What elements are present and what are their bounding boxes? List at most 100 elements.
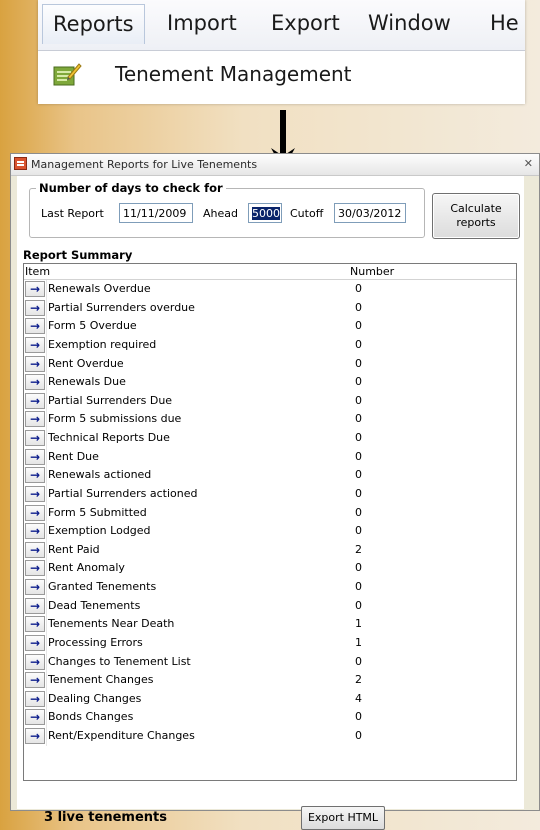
last-report-label: Last Report — [41, 207, 104, 220]
row-divider — [46, 354, 47, 374]
row-item-name: Changes to Tenement List — [48, 654, 191, 668]
row-item-number: 0 — [355, 300, 362, 314]
row-divider — [46, 652, 47, 672]
table-row[interactable]: → Partial Surrenders Due 0 — [24, 391, 516, 411]
row-item-number: 0 — [355, 412, 362, 426]
table-row[interactable]: → Technical Reports Due 0 — [24, 429, 516, 448]
table-row[interactable]: → Form 5 submissions due 0 — [24, 410, 516, 429]
table-row[interactable]: → Form 5 Overdue 0 — [24, 317, 516, 336]
table-row[interactable]: → Form 5 Submitted 0 — [24, 503, 516, 523]
table-row[interactable]: → Rent/Expenditure Changes 0 — [24, 727, 516, 746]
row-item-number: 0 — [355, 449, 362, 463]
row-arrow-icon[interactable]: → — [25, 299, 45, 316]
row-item-number: 0 — [355, 282, 362, 295]
row-arrow-icon[interactable]: → — [25, 318, 45, 335]
row-item-name: Renewals Overdue — [48, 282, 151, 295]
row-divider — [46, 540, 47, 560]
row-arrow-icon[interactable]: → — [25, 448, 45, 465]
app-icon — [14, 157, 27, 170]
row-item-number: 0 — [355, 524, 362, 538]
row-arrow-icon[interactable]: → — [25, 523, 45, 540]
table-row[interactable]: → Renewals Overdue 0 — [24, 280, 516, 299]
table-row[interactable]: → Renewals Due 0 — [24, 373, 516, 392]
row-arrow-icon[interactable]: → — [25, 281, 45, 297]
row-arrow-icon[interactable]: → — [25, 579, 45, 595]
export-html-button[interactable]: Export HTML — [301, 806, 385, 830]
dialog-content: Number of days to check for Last Report … — [17, 176, 524, 830]
column-item: Item — [25, 265, 51, 278]
calculate-reports-button[interactable]: Calculate reports — [432, 193, 520, 239]
row-item-number: 0 — [355, 486, 362, 500]
table-row[interactable]: → Dealing Changes 4 — [24, 689, 516, 709]
management-reports-dialog: Management Reports for Live Tenements ✕ … — [10, 153, 540, 830]
row-item-number: 0 — [355, 561, 362, 575]
menu-import[interactable]: Import — [167, 11, 237, 35]
row-arrow-icon[interactable]: → — [25, 485, 45, 502]
table-row[interactable]: → Rent Due 0 — [24, 447, 516, 467]
close-icon[interactable]: ✕ — [524, 157, 533, 170]
row-divider — [46, 708, 47, 727]
table-row[interactable]: → Tenement Changes 2 — [24, 671, 516, 690]
row-arrow-icon[interactable]: → — [25, 355, 45, 372]
row-arrow-icon[interactable]: → — [25, 709, 45, 726]
row-item-number: 0 — [355, 580, 362, 593]
row-arrow-icon[interactable]: → — [25, 430, 45, 446]
row-arrow-icon[interactable]: → — [25, 690, 45, 707]
row-arrow-icon[interactable]: → — [25, 392, 45, 409]
row-item-name: Form 5 Overdue — [48, 319, 137, 333]
row-divider — [46, 447, 47, 467]
row-item-number: 0 — [355, 505, 362, 519]
table-row[interactable]: → Partial Surrenders overdue 0 — [24, 298, 516, 318]
row-arrow-icon[interactable]: → — [25, 336, 45, 353]
row-arrow-icon[interactable]: → — [25, 467, 45, 484]
row-arrow-icon[interactable]: → — [25, 374, 45, 391]
days-group: Number of days to check for Last Report … — [29, 181, 425, 238]
row-arrow-icon[interactable]: → — [25, 672, 45, 689]
table-row[interactable]: → Changes to Tenement List 0 — [24, 652, 516, 672]
row-item-name: Partial Surrenders overdue — [48, 300, 195, 314]
table-row[interactable]: → Bonds Changes 0 — [24, 708, 516, 727]
row-arrow-icon[interactable]: → — [25, 634, 45, 651]
table-row[interactable]: → Granted Tenements 0 — [24, 578, 516, 597]
row-divider — [46, 410, 47, 429]
menu-export[interactable]: Export — [271, 11, 340, 35]
menu-help[interactable]: He — [490, 11, 519, 35]
table-row[interactable]: → Renewals actioned 0 — [24, 466, 516, 485]
row-item-number: 0 — [355, 375, 362, 389]
row-arrow-icon[interactable]: → — [25, 411, 45, 428]
row-arrow-icon[interactable]: → — [25, 597, 45, 614]
ahead-field[interactable]: 5000 — [248, 203, 282, 223]
row-item-name: Tenements Near Death — [48, 617, 175, 631]
row-divider — [46, 503, 47, 523]
menu-window[interactable]: Window — [368, 11, 451, 35]
row-arrow-icon[interactable]: → — [25, 560, 45, 577]
table-row[interactable]: → Processing Errors 1 — [24, 633, 516, 653]
table-row[interactable]: → Rent Anomaly 0 — [24, 559, 516, 578]
row-arrow-icon[interactable]: → — [25, 541, 45, 558]
table-row[interactable]: → Exemption Lodged 0 — [24, 522, 516, 541]
menu-reports[interactable]: Reports — [42, 4, 145, 44]
row-arrow-icon[interactable]: → — [25, 616, 45, 633]
row-arrow-icon[interactable]: → — [25, 653, 45, 670]
row-divider — [46, 615, 47, 634]
table-row[interactable]: → Partial Surrenders actioned 0 — [24, 484, 516, 504]
row-item-number: 2 — [355, 542, 362, 556]
table-row[interactable]: → Exemption required 0 — [24, 335, 516, 355]
row-divider — [46, 578, 47, 597]
table-row[interactable]: → Tenements Near Death 1 — [24, 615, 516, 634]
menu-item-tenement-management[interactable]: Tenement Management — [38, 52, 525, 98]
row-item-name: Processing Errors — [48, 635, 143, 649]
table-row[interactable]: → Dead Tenements 0 — [24, 596, 516, 616]
row-arrow-icon[interactable]: → — [25, 728, 45, 744]
cutoff-label: Cutoff — [290, 207, 324, 220]
report-summary-title: Report Summary — [23, 248, 133, 262]
tenement-management-icon — [52, 61, 82, 92]
row-arrow-icon[interactable]: → — [25, 504, 45, 521]
row-divider — [46, 633, 47, 653]
table-row[interactable]: → Rent Paid 2 — [24, 540, 516, 560]
row-divider — [46, 373, 47, 392]
table-row[interactable]: → Rent Overdue 0 — [24, 354, 516, 374]
report-summary-list[interactable]: Item Number → Renewals Overdue 0 → Partial S… — [23, 263, 517, 781]
last-report-field[interactable]: 11/11/2009 — [119, 203, 193, 223]
cutoff-field[interactable]: 30/03/2012 — [334, 203, 406, 223]
